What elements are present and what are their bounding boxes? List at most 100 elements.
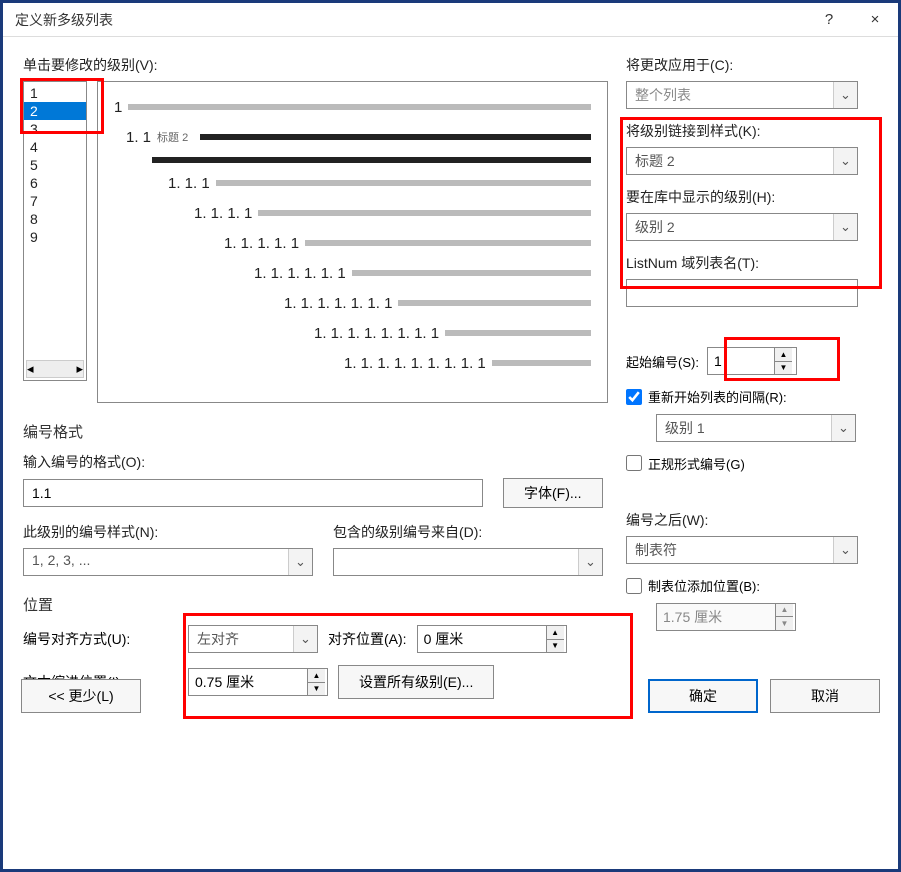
level-5[interactable]: 5 (24, 156, 86, 174)
listnum-label: ListNum 域列表名(T): (626, 253, 878, 273)
chevron-down-icon[interactable]: ⌄ (833, 214, 857, 240)
preview-number: 1. 1. 1. 1. 1. 1. 1 (284, 295, 392, 312)
restart-level-value: 级别 1 (657, 415, 831, 441)
chevron-down-icon[interactable]: ⌄ (578, 549, 602, 575)
follow-value: 制表符 (627, 537, 833, 563)
spin-up-icon[interactable]: ▲ (775, 348, 792, 362)
apply-to-combo[interactable]: 整个列表 ⌄ (626, 81, 858, 109)
preview-line (398, 300, 591, 306)
level-3[interactable]: 3 (24, 120, 86, 138)
chevron-down-icon[interactable]: ⌄ (833, 148, 857, 174)
preview-line (445, 330, 591, 336)
chevron-down-icon[interactable]: ⌄ (293, 626, 317, 652)
enter-format-label: 输入编号的格式(O): (23, 452, 608, 472)
level-listbox[interactable]: 1 2 3 4 5 6 7 8 9 ◂▸ (23, 81, 87, 381)
restart-level-combo[interactable]: 级别 1 ⌄ (656, 414, 856, 442)
level-1[interactable]: 1 (24, 84, 86, 102)
spin-down-icon[interactable]: ▼ (547, 640, 564, 653)
start-at-label: 起始编号(S): (626, 352, 699, 371)
start-at-spinner[interactable]: ▲▼ (707, 347, 797, 375)
listnum-input[interactable] (626, 279, 858, 307)
start-at-value[interactable] (708, 348, 774, 374)
restart-checkbox-input[interactable] (626, 389, 642, 405)
less-button[interactable]: << 更少(L) (21, 679, 141, 713)
align-at-spinner[interactable]: ▲▼ (417, 625, 567, 653)
preview-row-5: 1. 1. 1. 1. 1 (114, 228, 591, 258)
preview-number: 1. 1. 1. 1. 1. 1. 1. 1 (314, 325, 439, 342)
link-level-label: 将级别链接到样式(K): (626, 121, 878, 141)
level-4[interactable]: 4 (24, 138, 86, 156)
preview-number: 1. 1. 1 (168, 175, 210, 192)
preview-number: 1. 1. 1. 1. 1. 1 (254, 265, 346, 282)
level-9[interactable]: 9 (24, 228, 86, 246)
align-at-label: 对齐位置(A): (328, 629, 407, 649)
number-style-value: 1, 2, 3, ... (24, 549, 288, 575)
titlebar: 定义新多级列表 ? × (3, 3, 898, 37)
preview-row-1: 1 (114, 92, 591, 122)
level-scrollbar[interactable]: ◂▸ (26, 360, 84, 378)
section-position: 位置 (23, 594, 608, 615)
spin-down-icon: ▼ (776, 617, 793, 630)
preview-row-6: 1. 1. 1. 1. 1. 1 (114, 258, 591, 288)
align-combo[interactable]: 左对齐 ⌄ (188, 625, 318, 653)
legal-checkbox[interactable]: 正规形式编号(G) (626, 454, 745, 473)
preview-number: 1. 1. 1. 1. 1. 1. 1. 1. 1 (344, 355, 486, 372)
show-level-combo[interactable]: 级别 2 ⌄ (626, 213, 858, 241)
preview-line (200, 134, 591, 140)
font-button[interactable]: 字体(F)... (503, 478, 603, 508)
follow-combo[interactable]: 制表符 ⌄ (626, 536, 858, 564)
scroll-left-icon[interactable]: ◂ (27, 361, 34, 377)
include-from-value (334, 549, 578, 575)
level-8[interactable]: 8 (24, 210, 86, 228)
help-button[interactable]: ? (806, 3, 852, 36)
close-button[interactable]: × (852, 3, 898, 36)
tab-add-spinner: ▲▼ (656, 603, 796, 631)
preview-line (258, 210, 591, 216)
preview-line (152, 157, 591, 163)
tab-add-value (657, 604, 775, 630)
preview-row-8: 1. 1. 1. 1. 1. 1. 1. 1 (114, 318, 591, 348)
number-style-combo[interactable]: 1, 2, 3, ... ⌄ (23, 548, 313, 576)
number-format-input[interactable] (23, 479, 483, 507)
level-2[interactable]: 2 (24, 102, 86, 120)
scroll-right-icon[interactable]: ▸ (76, 361, 83, 377)
tab-add-checkbox-input[interactable] (626, 578, 642, 594)
chevron-down-icon[interactable]: ⌄ (833, 537, 857, 563)
preview-line (352, 270, 591, 276)
link-level-combo[interactable]: 标题 2 ⌄ (626, 147, 858, 175)
dialog-window: 定义新多级列表 ? × 单击要修改的级别(V): 1 2 3 4 5 6 (0, 0, 901, 872)
dialog-title: 定义新多级列表 (15, 10, 806, 30)
align-at-value[interactable] (418, 626, 546, 652)
preview-number: 1. 1. 1. 1 (194, 205, 252, 222)
preview-number: 1 (114, 99, 122, 116)
chevron-down-icon[interactable]: ⌄ (831, 415, 855, 441)
show-level-label: 要在库中显示的级别(H): (626, 187, 878, 207)
spin-down-icon[interactable]: ▼ (775, 362, 792, 375)
chevron-down-icon[interactable]: ⌄ (288, 549, 312, 575)
preview-number: 1. 1 (126, 129, 151, 146)
ok-button[interactable]: 确定 (648, 679, 758, 713)
level-7[interactable]: 7 (24, 192, 86, 210)
chevron-down-icon[interactable]: ⌄ (833, 82, 857, 108)
show-level-value: 级别 2 (627, 214, 833, 240)
spin-up-icon[interactable]: ▲ (547, 626, 564, 640)
legal-checkbox-input[interactable] (626, 455, 642, 471)
preview-row-7: 1. 1. 1. 1. 1. 1. 1 (114, 288, 591, 318)
cancel-button[interactable]: 取消 (770, 679, 880, 713)
level-6[interactable]: 6 (24, 174, 86, 192)
restart-checkbox[interactable]: 重新开始列表的间隔(R): (626, 387, 787, 406)
tab-add-label: 制表位添加位置(B): (648, 576, 760, 595)
preview-row-extra (114, 152, 591, 168)
tab-add-checkbox[interactable]: 制表位添加位置(B): (626, 576, 760, 595)
preview-style-label: 标题 2 (157, 129, 188, 145)
preview-line (128, 104, 591, 110)
legal-label: 正规形式编号(G) (648, 454, 745, 473)
spin-up-icon: ▲ (776, 604, 793, 618)
preview-number: 1. 1. 1. 1. 1 (224, 235, 299, 252)
preview-line (216, 180, 591, 186)
include-from-combo[interactable]: ⌄ (333, 548, 603, 576)
preview-row-3: 1. 1. 1 (114, 168, 591, 198)
apply-to-value: 整个列表 (627, 82, 833, 108)
preview-row-9: 1. 1. 1. 1. 1. 1. 1. 1. 1 (114, 348, 591, 378)
preview-line (305, 240, 591, 246)
